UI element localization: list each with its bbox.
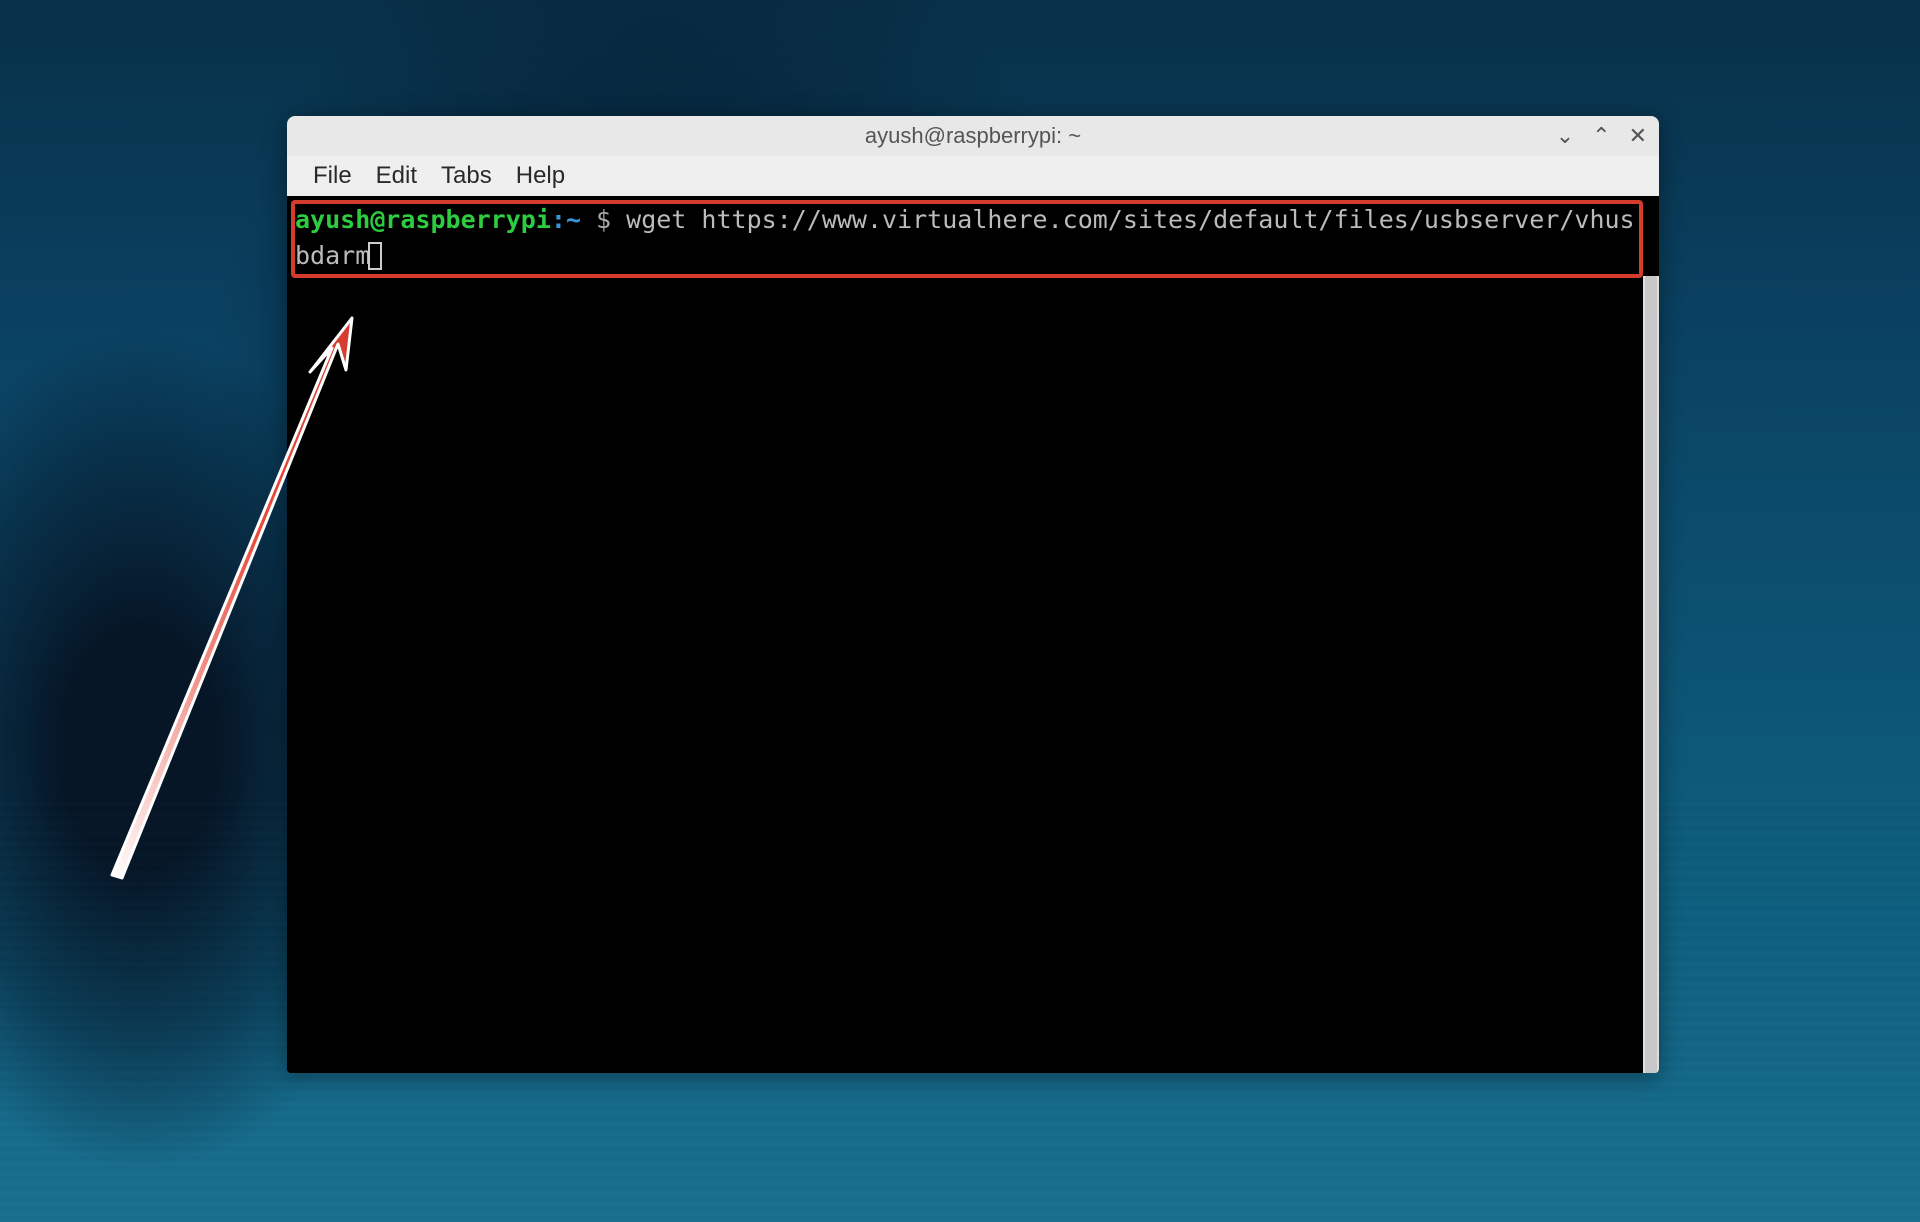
scrollbar-thumb[interactable] <box>1645 276 1657 1073</box>
menu-help[interactable]: Help <box>506 158 575 194</box>
terminal-scrollbar[interactable] <box>1643 276 1659 1073</box>
minimize-button[interactable]: ⌄ <box>1556 125 1574 147</box>
terminal-cursor <box>368 242 382 270</box>
close-button[interactable]: ✕ <box>1629 125 1647 147</box>
prompt-user-host: ayush@raspberrypi <box>295 205 551 234</box>
window-controls: ⌄ ⌃ ✕ <box>1556 116 1647 156</box>
menubar: File Edit Tabs Help <box>287 156 1659 196</box>
terminal-content[interactable]: ayush@raspberrypi:~ $ wget https://www.v… <box>295 202 1639 274</box>
prompt-colon: : <box>551 205 566 234</box>
maximize-button[interactable]: ⌃ <box>1592 125 1610 147</box>
terminal-window: ayush@raspberrypi: ~ ⌄ ⌃ ✕ File Edit Tab… <box>287 116 1659 1073</box>
menu-tabs[interactable]: Tabs <box>431 158 502 194</box>
menu-file[interactable]: File <box>303 158 362 194</box>
window-titlebar[interactable]: ayush@raspberrypi: ~ ⌄ ⌃ ✕ <box>287 116 1659 156</box>
window-title: ayush@raspberrypi: ~ <box>865 123 1081 149</box>
terminal-body[interactable]: ayush@raspberrypi:~ $ wget https://www.v… <box>287 196 1659 1073</box>
prompt-symbol: $ <box>581 205 626 234</box>
prompt-path: ~ <box>566 205 581 234</box>
menu-edit[interactable]: Edit <box>366 158 427 194</box>
